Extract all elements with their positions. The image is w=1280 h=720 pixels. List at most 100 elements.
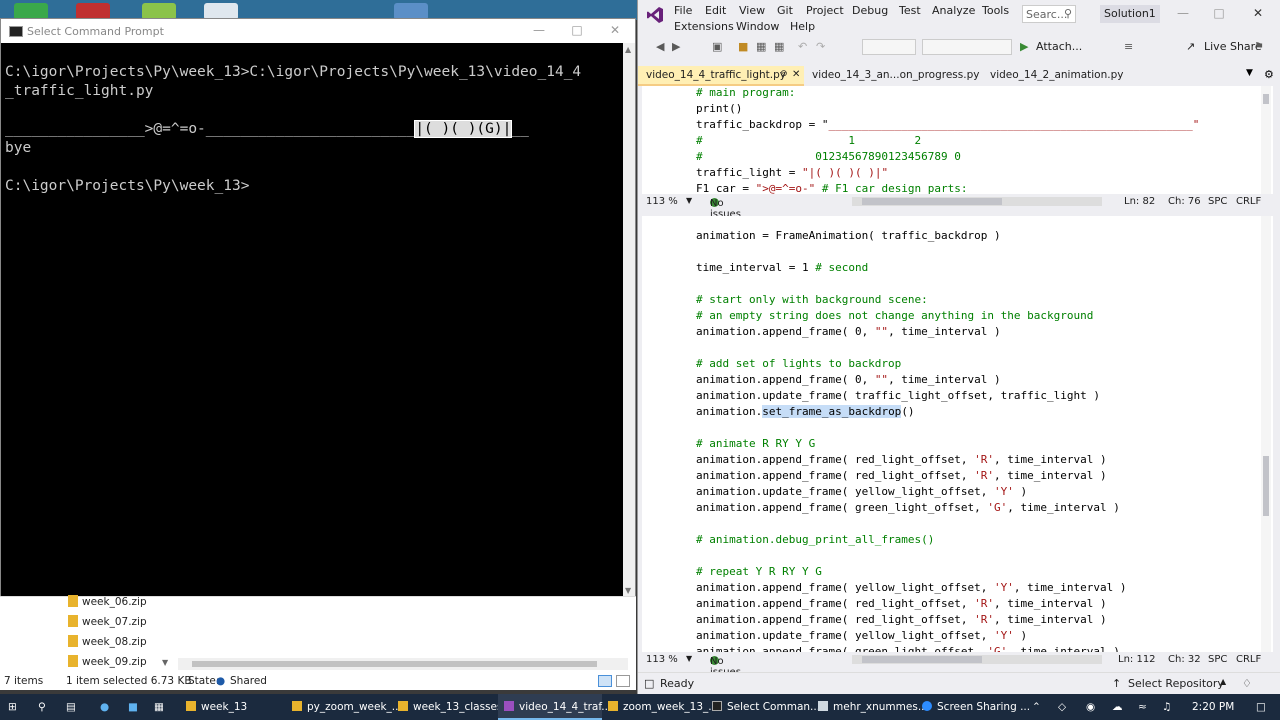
redo-icon[interactable]: ↷ xyxy=(816,40,825,53)
close-icon[interactable]: ✕ xyxy=(1244,6,1272,22)
taskbar-item[interactable]: py_zoom_week_... xyxy=(292,694,402,720)
explorer-horizontal-scrollbar[interactable] xyxy=(178,658,628,670)
onedrive-icon[interactable]: ☁ xyxy=(1112,694,1123,720)
tab-video-14-4[interactable]: video_14_4_traffic_light.py ⊚ ✕ xyxy=(638,66,804,86)
editor-pane-bottom[interactable]: animation = FrameAnimation( traffic_back… xyxy=(642,216,1273,652)
tab-video-14-2[interactable]: video_14_2_animation.py xyxy=(982,66,1131,86)
outlook-icon[interactable]: ■ xyxy=(128,694,138,720)
menu-file[interactable]: File xyxy=(674,4,692,17)
live-share-icon[interactable]: ↗ xyxy=(1186,40,1195,53)
zoom-level[interactable]: 113 % xyxy=(646,654,678,665)
taskbar-item-active[interactable]: video_14_4_traf... xyxy=(498,694,611,720)
clock-time[interactable]: 2:20 PM xyxy=(1192,694,1234,720)
chevron-down-icon[interactable]: ▼ xyxy=(162,658,168,667)
menu-debug[interactable]: Debug xyxy=(852,4,888,17)
file-item[interactable]: week_08.zip xyxy=(68,635,147,653)
menu-edit[interactable]: Edit xyxy=(705,4,726,17)
cmd-title-bar[interactable]: Select Command Prompt — □ ✕ xyxy=(1,19,635,43)
close-tab-icon[interactable]: ✕ xyxy=(792,69,800,80)
menu-help[interactable]: Help xyxy=(790,20,815,33)
edge-browser-icon[interactable]: ● xyxy=(100,694,109,720)
format-icon[interactable]: ≡ xyxy=(1124,40,1133,53)
platform-dropdown[interactable] xyxy=(922,39,1012,55)
forward-arrow-icon[interactable]: ▶ xyxy=(672,40,680,53)
configuration-dropdown[interactable] xyxy=(862,39,916,55)
settings-gear-icon[interactable]: ⚙ xyxy=(1264,68,1274,81)
tab-list-icon[interactable]: ▼ xyxy=(1246,68,1253,78)
start-icon[interactable]: ▶ xyxy=(1020,40,1028,53)
scroll-down-icon[interactable]: ▼ xyxy=(625,586,631,595)
undo-icon[interactable]: ↶ xyxy=(798,40,807,53)
minimize-icon[interactable]: — xyxy=(525,23,553,39)
file-item[interactable]: week_09.zip xyxy=(68,655,147,673)
file-item[interactable]: week_07.zip xyxy=(68,615,147,633)
feedback-icon[interactable]: ⚑ xyxy=(1254,40,1264,53)
store-icon[interactable]: ▦ xyxy=(154,694,164,720)
volume-icon[interactable]: ♫ xyxy=(1162,694,1171,720)
new-project-icon[interactable]: ▣ xyxy=(712,40,722,53)
large-icons-view-icon[interactable] xyxy=(616,675,630,687)
start-windows-icon[interactable]: ⊞ xyxy=(8,694,17,720)
editor-horizontal-scrollbar[interactable] xyxy=(852,655,1102,664)
menu-test[interactable]: Test xyxy=(899,4,921,17)
menu-window[interactable]: Window xyxy=(736,20,779,33)
chevron-up-icon[interactable]: ▲ xyxy=(1220,677,1226,686)
taskbar-item[interactable]: week_13_classes xyxy=(398,694,502,720)
source-control-icon[interactable]: ↑ xyxy=(1112,677,1121,690)
chevron-down-icon[interactable]: ▼ xyxy=(686,196,692,205)
menu-view[interactable]: View xyxy=(739,4,765,17)
attach-button[interactable]: Attach... xyxy=(1036,40,1082,53)
close-icon[interactable]: ✕ xyxy=(601,23,629,39)
pin-icon[interactable]: ⊚ xyxy=(780,69,788,79)
maximize-icon[interactable]: □ xyxy=(1205,6,1233,22)
scroll-thumb[interactable] xyxy=(1263,94,1269,104)
notifications-icon[interactable]: □ xyxy=(1256,694,1266,720)
security-icon[interactable]: ◉ xyxy=(1086,694,1095,720)
zoom-level[interactable]: 113 % xyxy=(646,196,678,207)
open-folder-icon[interactable]: ■ xyxy=(738,40,748,53)
notification-bell-icon[interactable]: ♢ xyxy=(1242,677,1252,690)
save-icon[interactable]: ▦ xyxy=(756,40,766,53)
cmd-vertical-scrollbar[interactable]: ▲ ▼ xyxy=(623,43,635,597)
file-item[interactable]: week_06.zip xyxy=(68,595,147,613)
search-icon[interactable]: ⚲ xyxy=(38,694,46,720)
menu-analyze[interactable]: Analyze xyxy=(932,4,975,17)
scroll-thumb[interactable] xyxy=(862,656,982,663)
editor-horizontal-scrollbar[interactable] xyxy=(852,197,1102,206)
details-view-icon[interactable] xyxy=(598,675,612,687)
menu-extensions[interactable]: Extensions xyxy=(674,20,734,33)
minimize-icon[interactable]: — xyxy=(1169,6,1197,22)
task-view-icon[interactable]: ▤ xyxy=(66,694,76,720)
taskbar-item[interactable]: zoom_week_13_... xyxy=(608,694,718,720)
menu-tools[interactable]: Tools xyxy=(982,4,1009,17)
document-icon xyxy=(818,701,828,711)
output-icon: □ xyxy=(644,677,655,690)
scroll-thumb[interactable] xyxy=(1263,456,1269,516)
taskbar-item[interactable]: week_13 xyxy=(186,694,247,720)
taskbar-item[interactable]: Screen Sharing ... xyxy=(922,694,1030,720)
code-string: 'G' xyxy=(987,645,1008,652)
menu-git[interactable]: Git xyxy=(777,4,793,17)
scroll-up-icon[interactable]: ▲ xyxy=(625,45,631,54)
editor-vertical-scrollbar[interactable] xyxy=(1261,216,1271,652)
vs-search-box[interactable]: Searc... ⚲ xyxy=(1022,5,1076,23)
select-repository[interactable]: Select Repository xyxy=(1128,677,1224,690)
network-icon[interactable]: ◇ xyxy=(1058,694,1066,720)
editor-vertical-scrollbar[interactable] xyxy=(1261,86,1271,194)
save-all-icon[interactable]: ▦ xyxy=(774,40,784,53)
scroll-thumb[interactable] xyxy=(192,661,597,667)
tab-video-14-3[interactable]: video_14_3_an...on_progress.py xyxy=(804,66,987,86)
maximize-icon[interactable]: □ xyxy=(563,23,591,39)
menu-project[interactable]: Project xyxy=(806,4,844,17)
scroll-thumb[interactable] xyxy=(862,198,1002,205)
wifi-icon[interactable]: ≈ xyxy=(1138,694,1147,720)
taskbar-item[interactable]: mehr_xnummes... xyxy=(818,694,928,720)
code-string: ________________________________________… xyxy=(828,118,1200,131)
chevron-up-icon[interactable]: ⌃ xyxy=(1032,694,1041,720)
chevron-down-icon[interactable]: ▼ xyxy=(686,654,692,663)
cmd-console-output[interactable]: C:\igor\Projects\Py\week_13>C:\igor\Proj… xyxy=(1,43,623,597)
back-arrow-icon[interactable]: ◀ xyxy=(656,40,664,53)
item-count: 7 items xyxy=(4,675,44,687)
taskbar-item[interactable]: Select Comman... xyxy=(712,694,820,720)
editor-pane-top[interactable]: # main program: print() traffic_backdrop =… xyxy=(642,86,1273,194)
